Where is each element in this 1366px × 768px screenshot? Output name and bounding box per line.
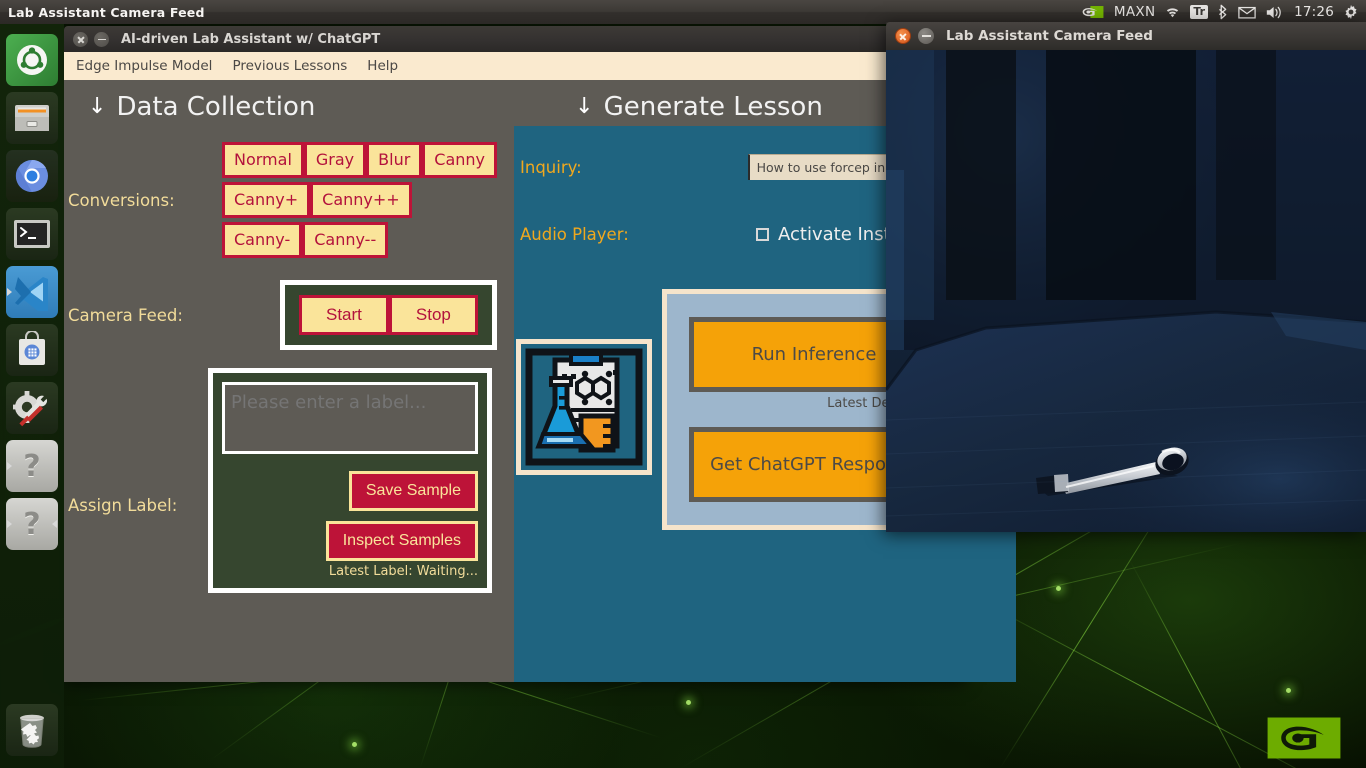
volume-icon[interactable] [1265,5,1285,20]
keyboard-layout-indicator[interactable]: Tr [1190,5,1208,19]
btn-canny[interactable]: Canny [422,142,497,178]
assign-label-label: Assign Label: [64,368,222,515]
btn-start-camera[interactable]: Start [299,295,389,335]
camera-feed-window: Lab Assistant Camera Feed [886,22,1366,532]
camera-close-button[interactable] [895,28,911,44]
conversion-row-2: Canny+ Canny++ [222,182,497,218]
lab-equipment-icon-frame [516,339,652,475]
chromium-icon [12,156,52,196]
camera-titlebar: Lab Assistant Camera Feed [886,22,1366,50]
mail-icon[interactable] [1238,6,1256,19]
terminal-icon [12,218,52,250]
menu-item-help[interactable]: Help [367,58,398,74]
launcher-running-arrow [7,288,12,296]
btn-stop-camera[interactable]: Stop [389,295,478,335]
label-input[interactable] [222,382,478,454]
sidebar-item-system-tools[interactable] [6,382,58,434]
app-menubar: Edge Impulse Model Previous Lessons Help [64,52,966,80]
camera-feed-row: Camera Feed: Start Stop [64,280,512,350]
latest-label-status: Latest Label: Waiting... [222,561,478,579]
btn-canny-plus-plus[interactable]: Canny++ [310,182,412,218]
question-mark-icon: ? [23,507,40,542]
camera-video-feed[interactable] [886,50,1366,532]
sidebar-item-vscode[interactable] [6,266,58,318]
app-window-title: AI-driven Lab Assistant w/ ChatGPT [121,32,380,47]
btn-canny-minus[interactable]: Canny- [222,222,302,258]
conversion-row-3: Canny- Canny-- [222,222,497,258]
unity-top-panel: Lab Assistant Camera Feed MAXN Tr [0,0,1366,24]
nvidia-logo-icon[interactable] [1079,4,1105,20]
sidebar-item-ubuntu-dash[interactable] [6,34,58,86]
camera-minimize-button[interactable] [918,28,934,44]
panel-window-title: Lab Assistant Camera Feed [8,5,205,20]
down-arrow-icon: ↓ [575,96,593,118]
data-collection-heading: ↓ Data Collection [64,80,512,130]
sidebar-item-files[interactable] [6,92,58,144]
panel-indicators: MAXN Tr 17:26 [1079,4,1366,20]
activate-instructions-checkbox[interactable] [756,228,769,241]
sidebar-item-unknown-1[interactable]: ? [6,440,58,492]
sidebar-item-chromium[interactable] [6,150,58,202]
bluetooth-icon[interactable] [1217,4,1229,20]
camera-window-title: Lab Assistant Camera Feed [946,28,1153,44]
assign-label-row: Assign Label: Save Sample Inspect Sample… [64,368,512,593]
btn-normal[interactable]: Normal [222,142,304,178]
camera-frame-image [886,50,1366,532]
inquiry-label: Inquiry: [514,158,748,177]
sidebar-item-unknown-2[interactable]: ? [6,498,58,550]
vscode-icon [13,273,51,311]
clock-indicator[interactable]: 17:26 [1294,4,1334,20]
conversion-buttons-group: Normal Gray Blur Canny Canny+ Canny++ Ca… [222,142,497,258]
files-icon [12,101,52,135]
sidebar-item-ubuntu-software[interactable] [6,324,58,376]
launcher-focused-arrow [52,520,57,528]
launcher-running-arrow [7,520,12,528]
app-close-button[interactable] [73,32,88,47]
system-tools-icon [12,389,52,427]
trash-icon [15,711,49,749]
data-collection-section: ↓ Data Collection Conversions: Normal Gr… [64,80,512,682]
conversions-label: Conversions: [64,191,222,210]
wallpaper-node [352,742,357,747]
save-sample-button[interactable]: Save Sample [349,471,478,511]
app-minimize-button[interactable] [94,32,109,47]
menu-item-edge-impulse-model[interactable]: Edge Impulse Model [76,58,212,74]
wifi-icon[interactable] [1164,5,1181,19]
ubuntu-dash-icon [12,40,52,80]
down-arrow-icon: ↓ [88,96,106,118]
wallpaper-node [1286,688,1291,693]
launcher-running-arrow [7,462,12,470]
sidebar-item-trash[interactable] [6,704,58,756]
camera-feed-label: Camera Feed: [64,306,222,325]
wallpaper-node [1056,586,1061,591]
app-titlebar: AI-driven Lab Assistant w/ ChatGPT [64,26,966,52]
btn-canny-plus[interactable]: Canny+ [222,182,310,218]
ubuntu-software-icon [14,331,50,369]
power-mode-indicator[interactable]: MAXN [1114,4,1155,20]
conversion-row-1: Normal Gray Blur Canny [222,142,497,178]
assign-label-frame: Save Sample Inspect Samples Latest Label… [208,368,492,593]
lab-equipment-icon [525,348,643,466]
btn-gray[interactable]: Gray [304,142,366,178]
unity-launcher: ? ? [0,24,64,768]
data-collection-title: Data Collection [116,92,315,122]
audio-player-label: Audio Player: [514,225,756,244]
menu-item-previous-lessons[interactable]: Previous Lessons [232,58,347,74]
camera-controls-frame: Start Stop [280,280,497,350]
nvidia-watermark-icon [1266,716,1342,760]
sidebar-item-terminal[interactable] [6,208,58,260]
btn-blur[interactable]: Blur [366,142,422,178]
lab-assistant-app-window: AI-driven Lab Assistant w/ ChatGPT Edge … [64,26,966,682]
wallpaper-line [1130,560,1272,768]
question-mark-icon: ? [23,449,40,484]
inspect-samples-button[interactable]: Inspect Samples [326,521,478,561]
btn-canny-minus-minus[interactable]: Canny-- [302,222,388,258]
gear-icon[interactable] [1343,4,1359,20]
wallpaper-node [686,700,691,705]
generate-lesson-title: Generate Lesson [604,92,823,122]
app-content-area: ↓ Data Collection Conversions: Normal Gr… [64,80,966,682]
conversions-row: Conversions: Normal Gray Blur Canny Cann… [64,142,512,258]
